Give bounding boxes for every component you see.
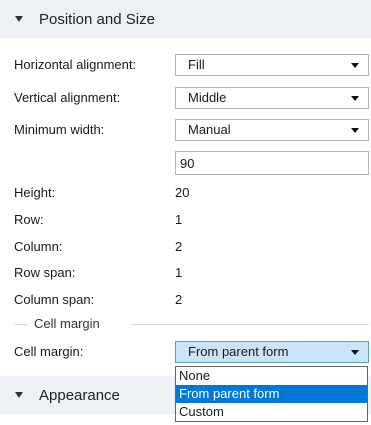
position-size-section-header[interactable]: Position and Size [0, 0, 371, 38]
cell-margin-select[interactable]: From parent form [175, 341, 369, 363]
row-span-value: 1 [175, 265, 183, 280]
vertical-alignment-value: Middle [188, 90, 227, 105]
separator-line-left [14, 324, 28, 325]
minimum-width-label: Minimum width: [14, 122, 105, 137]
column-span-value: 2 [175, 292, 183, 307]
chevron-down-icon [351, 96, 359, 101]
height-value: 20 [175, 185, 190, 200]
horizontal-alignment-select[interactable]: Fill [175, 54, 369, 76]
appearance-title: Appearance [39, 386, 120, 404]
minimum-width-select[interactable]: Manual [175, 119, 369, 141]
chevron-down-icon [351, 128, 359, 133]
horizontal-alignment-label: Horizontal alignment: [14, 57, 137, 72]
column-span-label: Column span: [14, 292, 95, 307]
column-value: 2 [175, 239, 183, 254]
height-label: Height: [14, 185, 56, 200]
minimum-width-input[interactable] [176, 153, 360, 173]
chevron-down-icon [351, 63, 359, 68]
cell-margin-dropdown-list: None From parent form Custom [175, 366, 368, 422]
cell-margin-group-separator: Cell margin [14, 316, 369, 332]
vertical-alignment-label: Vertical alignment: [14, 90, 121, 105]
dropdown-option-custom[interactable]: Custom [176, 403, 367, 421]
minimum-width-input-box[interactable] [175, 151, 369, 175]
cell-margin-group-title: Cell margin [34, 316, 100, 331]
horizontal-alignment-value: Fill [188, 57, 205, 72]
collapse-triangle-icon[interactable] [15, 16, 23, 22]
chevron-down-icon [351, 350, 359, 355]
row-span-label: Row span: [14, 265, 76, 280]
dropdown-option-from-parent-form[interactable]: From parent form [176, 385, 367, 403]
collapse-triangle-icon[interactable] [15, 392, 23, 398]
cell-margin-value: From parent form [188, 344, 289, 359]
row-value: 1 [175, 212, 183, 227]
position-size-title: Position and Size [39, 10, 155, 28]
dropdown-option-none[interactable]: None [176, 367, 367, 385]
column-label: Column: [14, 239, 63, 254]
cell-margin-label: Cell margin: [14, 344, 84, 359]
separator-line-right [131, 324, 369, 325]
minimum-width-value: Manual [188, 122, 231, 137]
row-label: Row: [14, 212, 44, 227]
vertical-alignment-select[interactable]: Middle [175, 87, 369, 109]
